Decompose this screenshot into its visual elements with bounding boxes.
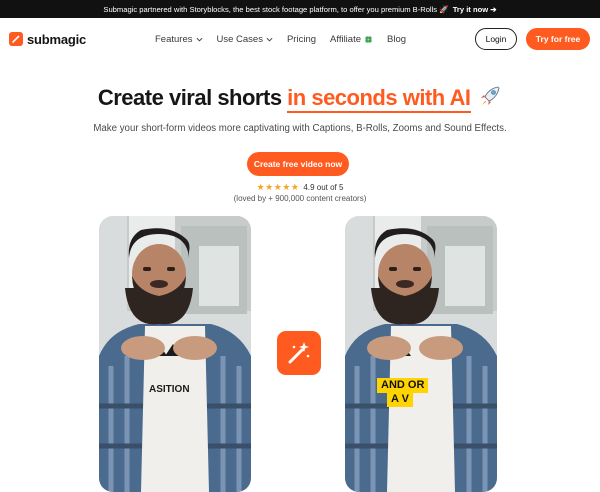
- person-video-frame: ASITION: [99, 216, 251, 492]
- nav-item-pricing[interactable]: Pricing: [287, 34, 316, 45]
- nav-item-features[interactable]: Features: [155, 34, 203, 45]
- rating-text: 4.9 out of 5: [303, 183, 344, 192]
- nav-item-label: Blog: [387, 33, 407, 45]
- banner-text: Submagic partnered with Storyblocks, the…: [103, 4, 449, 14]
- logo-icon: [9, 32, 23, 46]
- chevron-down-icon: [266, 37, 273, 42]
- rating-stars: ★★★★★: [256, 182, 300, 192]
- nav-item-label: Use Cases: [216, 33, 263, 45]
- login-button[interactable]: Login: [475, 28, 517, 50]
- chevron-down-icon: [196, 37, 202, 42]
- nav-item-label: Affiliate: [330, 33, 361, 45]
- nav-item-label: Features: [155, 33, 193, 45]
- shirt-print-text: ASITION: [149, 384, 190, 395]
- hero-title: Create viral shorts in seconds with AI: [0, 84, 600, 114]
- banner-cta-link[interactable]: Try it now ➔: [453, 5, 497, 14]
- rocket-icon: [478, 84, 502, 114]
- caption-line-1: AND OR: [377, 378, 429, 393]
- magic-wand-icon: [277, 331, 321, 375]
- loved-by-text: (loved by + 900,000 content creators): [233, 194, 367, 203]
- demo-video-before[interactable]: ASITION: [99, 216, 251, 492]
- announcement-banner[interactable]: Submagic partnered with Storyblocks, the…: [0, 0, 600, 18]
- demo-video-after[interactable]: AND OR A V: [345, 216, 497, 492]
- navbar: submagic Features Use Cases Pricing Affi…: [0, 18, 600, 60]
- rating: ★★★★★ 4.9 out of 5: [0, 182, 600, 193]
- clover-icon: [365, 35, 372, 43]
- nav-item-label: Pricing: [286, 33, 317, 45]
- nav-item-use-cases[interactable]: Use Cases: [217, 34, 273, 45]
- nav-links: Features Use Cases Pricing Affiliate Blo…: [155, 18, 406, 60]
- hero-title-highlight: in seconds with AI: [287, 84, 471, 113]
- person-video-frame: [345, 216, 497, 492]
- caption-line-2: A V: [387, 392, 413, 407]
- nav-actions: Login Try for free: [475, 28, 590, 50]
- try-for-free-button[interactable]: Try for free: [526, 28, 590, 50]
- hero-subtitle: Make your short-form videos more captiva…: [93, 123, 507, 134]
- hero-title-main: Create viral shorts: [97, 84, 288, 110]
- logo[interactable]: submagic: [9, 32, 86, 47]
- create-free-video-button[interactable]: Create free video now: [247, 152, 349, 176]
- logo-text: submagic: [27, 31, 87, 47]
- nav-item-affiliate[interactable]: Affiliate: [330, 34, 373, 45]
- nav-item-blog[interactable]: Blog: [387, 34, 406, 45]
